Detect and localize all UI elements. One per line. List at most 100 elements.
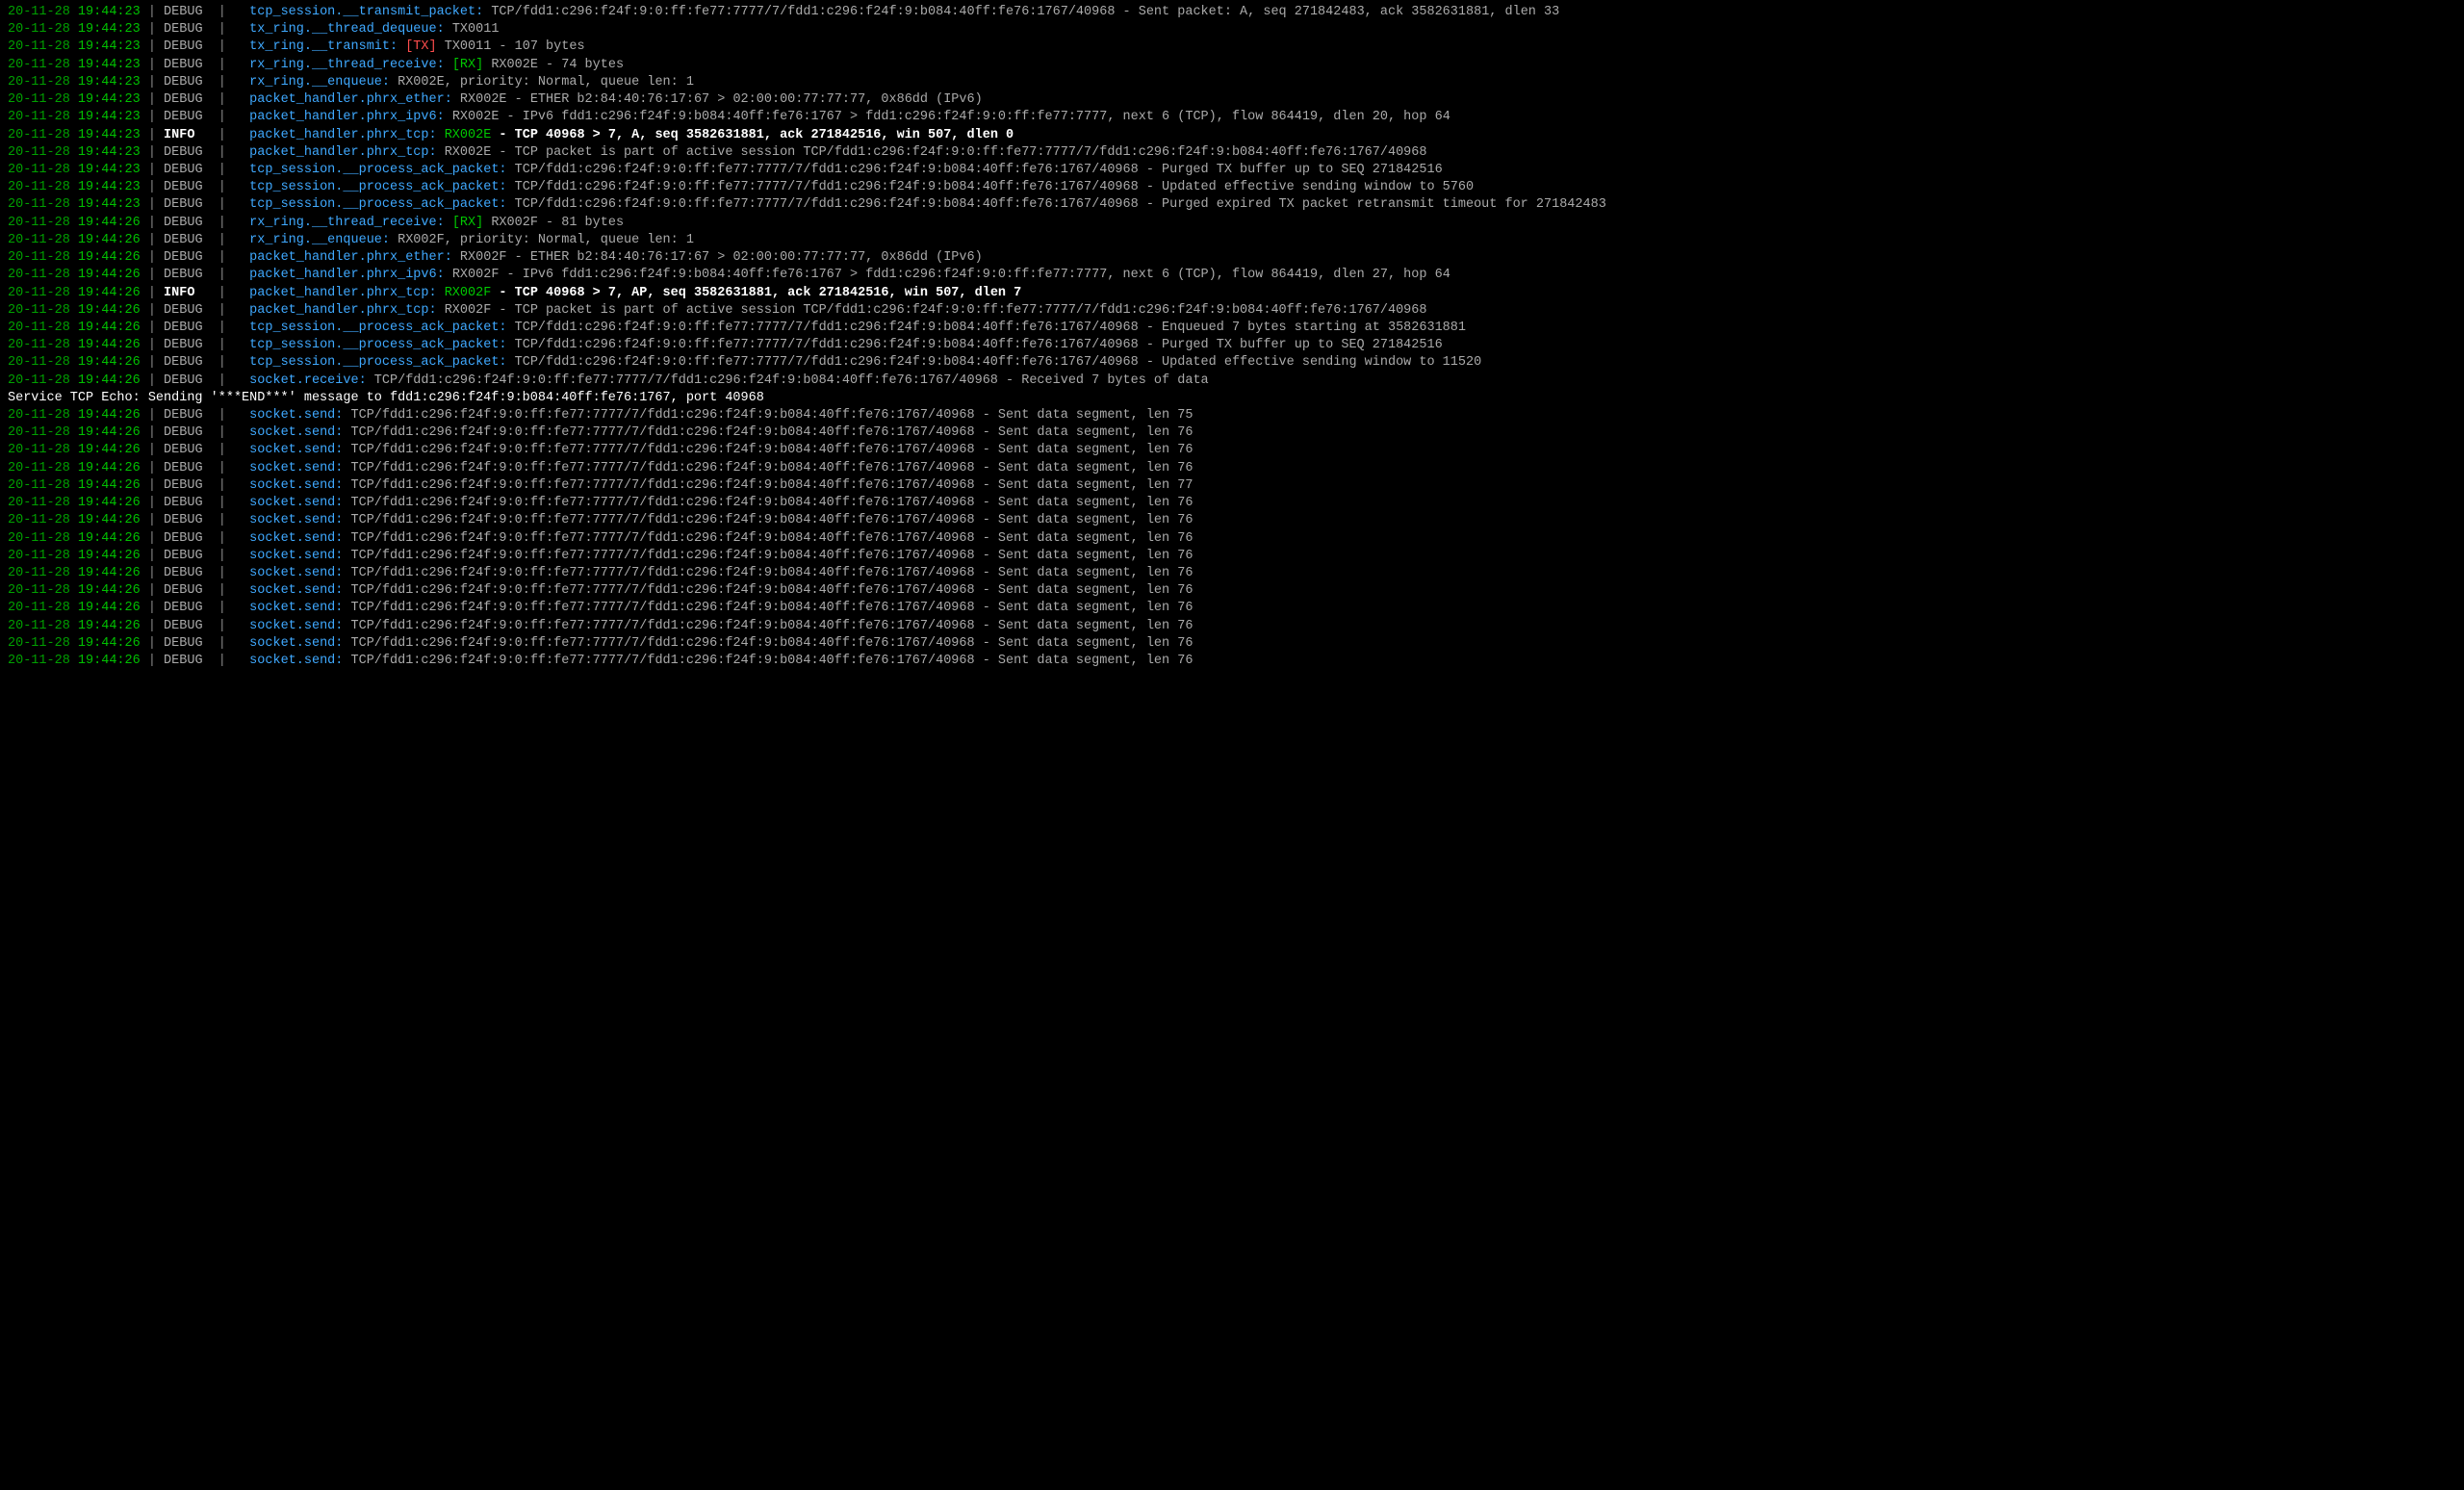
log-separator: | [211,233,250,247]
log-logger: socket.send: [249,549,343,563]
log-line: 20-11-28 19:44:23 | DEBUG | tcp_session.… [8,179,2456,196]
log-line: 20-11-28 19:44:23 | DEBUG | tcp_session.… [8,162,2456,179]
log-line: Service TCP Echo: Sending '***END***' me… [8,390,2456,407]
log-line: 20-11-28 19:44:26 | DEBUG | tcp_session.… [8,354,2456,372]
log-time: 19:44:26 [78,443,141,457]
log-message-segment: RX002E - TCP packet is part of active se… [437,145,1427,160]
log-message-segment: RX002F [437,286,492,300]
log-date: 20-11-28 [8,5,70,19]
log-line: 20-11-28 19:44:26 | DEBUG | socket.send:… [8,407,2456,424]
log-logger: socket.receive: [249,373,367,388]
log-time: 19:44:23 [78,197,141,212]
log-separator: | [211,513,250,527]
log-level: DEBUG [164,566,211,580]
log-time: 19:44:26 [78,654,141,668]
log-separator: | [211,75,250,90]
log-time: 19:44:26 [78,268,141,282]
log-time: 19:44:26 [78,636,141,651]
log-message-segment: RX002F - ETHER b2:84:40:76:17:67 > 02:00… [452,250,983,265]
log-logger: packet_handler.phrx_ether: [249,250,452,265]
log-message-segment: [RX] [445,216,484,230]
log-logger: packet_handler.phrx_tcp: [249,286,436,300]
log-message-segment: TCP/fdd1:c296:f24f:9:0:ff:fe77:7777/7/fd… [343,566,1193,580]
terminal-log-output: 20-11-28 19:44:23 | DEBUG | tcp_session.… [8,4,2456,670]
log-line: 20-11-28 19:44:26 | DEBUG | socket.send:… [8,653,2456,670]
log-level: DEBUG [164,92,211,107]
log-separator: | [141,303,164,318]
log-time: 19:44:26 [78,355,141,370]
log-separator: | [211,549,250,563]
log-level: DEBUG [164,268,211,282]
log-separator: | [211,636,250,651]
log-message-segment: RX002E - 74 bytes [483,58,624,72]
log-logger: packet_handler.phrx_tcp: [249,303,436,318]
log-message-segment: TCP/fdd1:c296:f24f:9:0:ff:fe77:7777/7/fd… [343,496,1193,510]
log-level: DEBUG [164,197,211,212]
log-logger: tcp_session.__transmit_packet: [249,5,483,19]
log-message-segment: RX002E [437,128,492,142]
log-logger: tcp_session.__process_ack_packet: [249,321,506,335]
log-separator: | [211,583,250,598]
log-message-segment: - TCP 40968 > 7, A, seq 3582631881, ack … [491,128,1014,142]
log-date: 20-11-28 [8,58,70,72]
log-date: 20-11-28 [8,408,70,423]
log-separator: | [141,321,164,335]
log-line: 20-11-28 19:44:23 | DEBUG | rx_ring.__th… [8,57,2456,74]
log-line: 20-11-28 19:44:26 | DEBUG | socket.send:… [8,548,2456,565]
log-line: 20-11-28 19:44:23 | DEBUG | packet_handl… [8,109,2456,126]
log-message-segment: TCP/fdd1:c296:f24f:9:0:ff:fe77:7777/7/fd… [343,654,1193,668]
log-separator: | [211,425,250,440]
log-date: 20-11-28 [8,197,70,212]
log-separator: | [141,110,164,124]
log-separator: | [211,180,250,194]
log-separator: | [211,92,250,107]
log-message-segment: TCP/fdd1:c296:f24f:9:0:ff:fe77:7777/7/fd… [343,513,1193,527]
log-level: DEBUG [164,250,211,265]
log-level: DEBUG [164,163,211,177]
log-message-segment: TCP/fdd1:c296:f24f:9:0:ff:fe77:7777/7/fd… [343,601,1193,615]
log-separator: | [211,496,250,510]
log-separator: | [141,531,164,546]
log-time: 19:44:26 [78,461,141,475]
log-line: 20-11-28 19:44:26 | DEBUG | socket.send:… [8,618,2456,635]
log-time: 19:44:26 [78,216,141,230]
log-separator: | [141,58,164,72]
log-level: DEBUG [164,5,211,19]
log-date: 20-11-28 [8,92,70,107]
log-line: 20-11-28 19:44:26 | INFO | packet_handle… [8,285,2456,302]
log-line: 20-11-28 19:44:26 | DEBUG | socket.send:… [8,600,2456,617]
log-line: 20-11-28 19:44:23 | DEBUG | packet_handl… [8,91,2456,109]
log-date: 20-11-28 [8,583,70,598]
log-date: 20-11-28 [8,110,70,124]
log-date: 20-11-28 [8,636,70,651]
log-line: 20-11-28 19:44:26 | DEBUG | socket.send:… [8,635,2456,653]
log-separator: | [141,636,164,651]
log-line: 20-11-28 19:44:26 | DEBUG | socket.send:… [8,495,2456,512]
log-line: 20-11-28 19:44:26 | DEBUG | socket.send:… [8,442,2456,459]
log-date: 20-11-28 [8,373,70,388]
log-level: DEBUG [164,513,211,527]
log-separator: | [211,286,250,300]
log-level: DEBUG [164,461,211,475]
log-date: 20-11-28 [8,233,70,247]
log-line: 20-11-28 19:44:26 | DEBUG | socket.send:… [8,512,2456,529]
log-message-segment: RX002E - ETHER b2:84:40:76:17:67 > 02:00… [452,92,983,107]
log-level: DEBUG [164,654,211,668]
log-separator: | [211,443,250,457]
log-time: 19:44:26 [78,513,141,527]
log-separator: | [211,216,250,230]
log-level: DEBUG [164,303,211,318]
log-separator: | [211,619,250,633]
log-time: 19:44:26 [78,549,141,563]
log-logger: socket.send: [249,531,343,546]
log-date: 20-11-28 [8,286,70,300]
log-level: DEBUG [164,338,211,352]
log-line: 20-11-28 19:44:23 | DEBUG | tcp_session.… [8,4,2456,21]
log-separator: | [141,338,164,352]
log-logger: tcp_session.__process_ack_packet: [249,180,506,194]
log-message-segment: RX002F - IPv6 fdd1:c296:f24f:9:b084:40ff… [445,268,1450,282]
log-message-segment: TCP/fdd1:c296:f24f:9:0:ff:fe77:7777/7/fd… [343,531,1193,546]
log-time: 19:44:26 [78,286,141,300]
log-level: DEBUG [164,216,211,230]
log-message-segment: TX0011 [445,22,500,37]
